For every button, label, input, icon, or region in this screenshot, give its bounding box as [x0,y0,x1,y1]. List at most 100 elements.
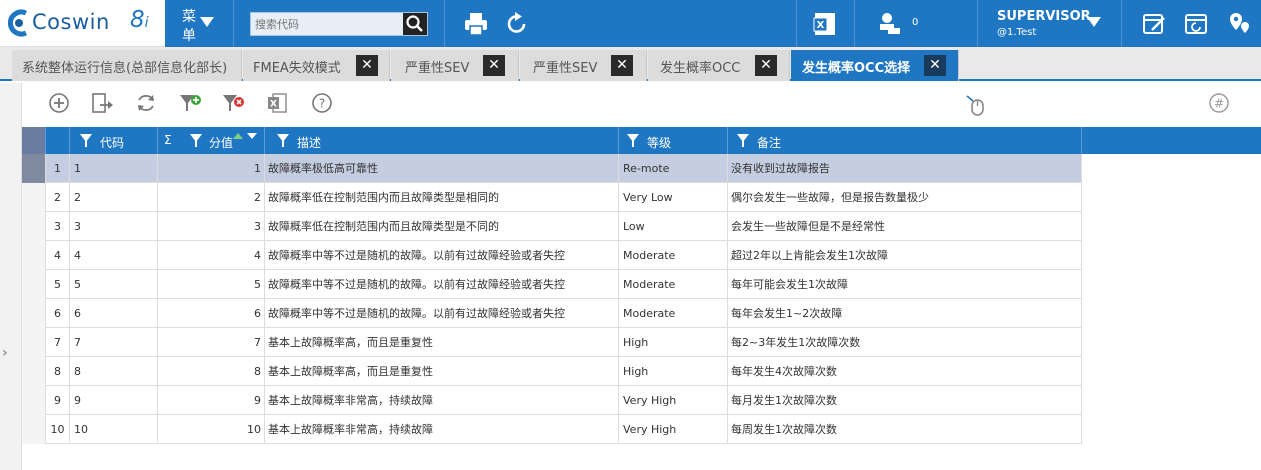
cell-desc: 故障概率中等不过是随机的故障。以前有过故障经验或者失控 [265,241,619,270]
table-row[interactable]: 3 3 3 故障概率低在控制范围内而且故障类型是不同的 Low 会发生一些故障但是不是经常… [22,212,1082,241]
remove-filter-icon[interactable] [221,91,245,115]
export-icon[interactable] [90,91,114,115]
chevron-right-icon[interactable]: › [2,345,8,361]
table-row[interactable]: 8 8 8 基本上故障概率高，而且是重复性 High 每年发生4次故障次数 [22,357,1082,386]
print-icon[interactable] [462,10,490,38]
header-level[interactable]: 等级 [619,127,728,154]
row-selector[interactable] [22,299,46,328]
sort-icon[interactable] [230,130,260,142]
filter-icon[interactable] [277,134,289,147]
menu-label-2: 单 [182,28,196,44]
tab-system-info[interactable]: 系统整体运行信息(总部信息化部长) [12,50,242,81]
cell-level: High [619,328,728,357]
close-icon[interactable]: ✕ [483,55,505,76]
table-row[interactable]: 4 4 4 故障概率中等不过是随机的故障。以前有过故障经验或者失控 Moderate 超过… [22,241,1082,270]
mouse-icon[interactable] [964,93,988,117]
filter-icon[interactable] [737,134,749,147]
cell-code: 2 [70,183,158,212]
cell-level: Moderate [619,270,728,299]
table-row[interactable]: 5 5 5 故障概率中等不过是随机的故障。以前有过故障经验或者失控 Moderate 每年… [22,270,1082,299]
row-selector[interactable] [22,212,46,241]
row-selector[interactable] [22,328,46,357]
table-row[interactable]: 10 10 10 基本上故障概率非常高，持续故障 Very High 每周发生1次故障次数 [22,415,1082,444]
cell-score: 10 [158,415,265,444]
cell-score: 6 [158,299,265,328]
add-icon[interactable] [47,91,71,115]
sum-icon[interactable]: Σ [164,133,172,147]
header-score[interactable]: Σ 分值 [158,127,265,154]
tab-label: 系统整体运行信息(总部信息化部长) [22,61,228,76]
cell-desc: 基本上故障概率非常高，持续故障 [265,415,619,444]
search-input[interactable] [251,13,403,35]
hash-icon[interactable]: # [1207,91,1231,115]
excel-icon[interactable]: X [811,10,839,38]
cell-note: 没有收到过故障报告 [728,154,1082,183]
left-collapse-strip[interactable]: › [0,83,22,470]
row-selector[interactable] [22,357,46,386]
svg-text:X: X [817,20,825,31]
close-icon[interactable]: ✕ [356,55,378,76]
cell-code: 7 [70,328,158,357]
close-icon[interactable]: ✕ [755,55,777,76]
tab-label: FMEA失效模式 [253,61,341,76]
cell-desc: 故障概率中等不过是随机的故障。以前有过故障经验或者失控 [265,299,619,328]
cell-idx: 6 [46,299,70,328]
cell-desc: 故障概率中等不过是随机的故障。以前有过故障经验或者失控 [265,270,619,299]
row-selector[interactable] [22,183,46,212]
row-selector[interactable] [22,241,46,270]
table-row[interactable]: 7 7 7 基本上故障概率高，而且是重复性 High 每2~3年发生1次故障次数 [22,328,1082,357]
filter-icon[interactable] [627,134,639,147]
divider [854,0,855,47]
search-box [250,12,428,36]
header-note[interactable]: 备注 [728,127,1082,154]
tab-sev-1[interactable]: 严重性SEV ✕ [391,50,519,81]
filter-icon[interactable] [190,134,202,147]
refresh-icon[interactable] [134,91,158,115]
tab-label: 发生概率OCC选择 [802,61,911,76]
tab-occ-select[interactable]: 发生概率OCC选择 ✕ [791,50,959,81]
header-label: 代码 [100,136,125,150]
tab-sev-2[interactable]: 严重性SEV ✕ [520,50,647,81]
top-bar: Coswin 8i 菜 单 X 0 SUP [0,0,1261,47]
grid-empty-area [22,444,1261,470]
cell-score: 7 [158,328,265,357]
tab-label: 发生概率OCC [660,61,741,76]
cell-desc: 故障概率低在控制范围内而且故障类型是相同的 [265,183,619,212]
close-icon[interactable]: ✕ [924,55,946,76]
stamp-user-icon[interactable] [876,10,904,38]
cell-desc: 基本上故障概率高，而且是重复性 [265,328,619,357]
filter-icon[interactable] [80,134,92,147]
help-icon[interactable]: ? [310,91,334,115]
tab-fmea[interactable]: FMEA失效模式 ✕ [243,50,390,81]
cell-desc: 基本上故障概率非常高，持续故障 [265,386,619,415]
header-desc[interactable]: 描述 [265,127,619,154]
notes-icon[interactable] [1140,10,1168,38]
grid-header: 代码 Σ 分值 描述 等级 备注 [22,127,1261,154]
map-pin-icon[interactable] [1226,10,1254,38]
close-icon[interactable]: ✕ [611,55,633,76]
menu-button[interactable]: 菜 单 [166,0,234,47]
table-row[interactable]: 2 2 2 故障概率低在控制范围内而且故障类型是相同的 Very Low 偶尔会发生一些故… [22,183,1082,212]
add-filter-icon[interactable] [178,91,202,115]
search-button[interactable] [403,13,427,35]
divider [977,0,978,47]
window-refresh-icon[interactable] [1182,10,1210,38]
row-selector[interactable] [22,270,46,299]
refresh-icon[interactable] [503,10,531,38]
table-row[interactable]: 1 1 1 故障概率极低高可靠性 Re-mote 没有收到过故障报告 [22,154,1082,183]
user-name[interactable]: SUPERVISOR [997,9,1091,24]
cell-code: 6 [70,299,158,328]
row-selector[interactable] [22,415,46,444]
user-menu-chevron-down-icon[interactable] [1087,17,1101,27]
header-code[interactable]: 代码 [70,127,158,154]
row-selector[interactable] [22,386,46,415]
row-selector[interactable] [22,154,46,183]
cell-code: 4 [70,241,158,270]
table-row[interactable]: 6 6 6 故障概率中等不过是随机的故障。以前有过故障经验或者失控 Moderate 每年… [22,299,1082,328]
excel-icon[interactable]: X [265,91,289,115]
cell-score: 1 [158,154,265,183]
tab-occ[interactable]: 发生概率OCC ✕ [648,50,790,81]
cell-note: 偶尔会发生一些故障，但是报告数量极少 [728,183,1082,212]
cell-idx: 8 [46,357,70,386]
table-row[interactable]: 9 9 9 基本上故障概率非常高，持续故障 Very High 每月发生1次故障次数 [22,386,1082,415]
